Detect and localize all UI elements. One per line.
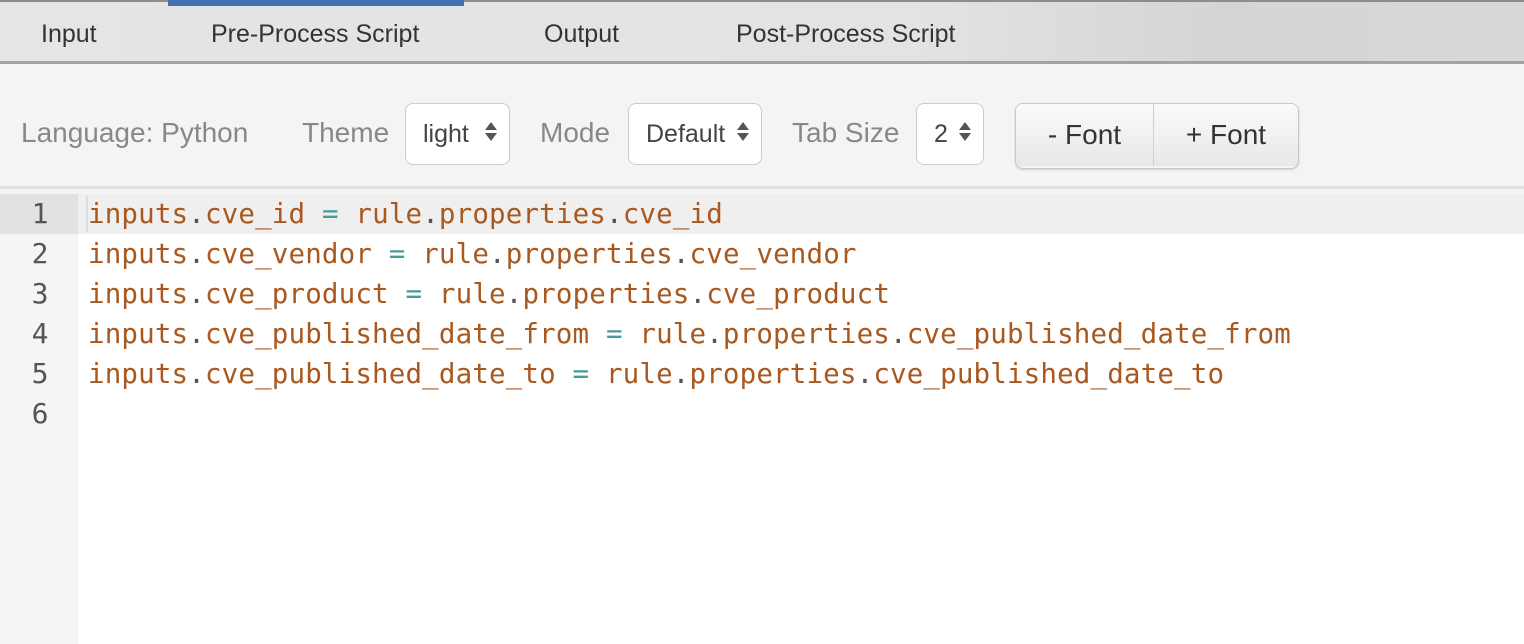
operator-token: = xyxy=(388,238,406,270)
identifier-token: rule xyxy=(438,278,506,310)
line-number: 5 xyxy=(31,357,49,390)
code-line[interactable]: 2 inputs.cve_vendor = rule.properties.cve… xyxy=(0,234,1524,274)
code-line[interactable]: 1 inputs.cve_id = rule.properties.cve_id xyxy=(0,194,1524,234)
identifier-token: properties xyxy=(722,318,890,350)
theme-label: Theme xyxy=(302,117,390,148)
identifier-token: cve_product xyxy=(204,278,389,310)
tab-output[interactable]: Output xyxy=(544,2,619,62)
mode-select[interactable]: Default xyxy=(628,103,762,165)
line-number: 4 xyxy=(31,317,49,350)
punctuation-token: . xyxy=(505,278,523,310)
operator-token: = xyxy=(572,358,590,390)
identifier-token: cve_vendor xyxy=(204,238,373,270)
tab-pre-process-script[interactable]: Pre-Process Script xyxy=(167,0,465,62)
identifier-token: cve_id xyxy=(622,198,723,230)
code-editor[interactable]: 1 inputs.cve_id = rule.properties.cve_id 2… xyxy=(0,194,1524,644)
identifier-token: inputs xyxy=(88,278,189,310)
punctuation-token: . xyxy=(689,278,707,310)
identifier-token: rule xyxy=(605,358,673,390)
line-number: 6 xyxy=(31,397,49,430)
tab-bar: Input Pre-Process Script Output Post-Pro… xyxy=(0,0,1524,64)
identifier-token: cve_published_date_from xyxy=(204,318,590,350)
identifier-token: properties xyxy=(505,238,673,270)
punctuation-token: . xyxy=(890,318,907,350)
identifier-token: inputs xyxy=(88,358,189,390)
punctuation-token: . xyxy=(188,198,205,230)
identifier-token: cve_published_date_from xyxy=(906,318,1291,350)
operator-token: = xyxy=(321,198,339,230)
identifier-token: inputs xyxy=(88,318,189,350)
punctuation-token: . xyxy=(188,238,205,270)
code-line-text: inputs.cve_id = rule.properties.cve_id xyxy=(88,194,723,234)
select-arrows-icon xyxy=(959,122,971,141)
punctuation-token: . xyxy=(188,358,205,390)
code-line[interactable]: 5 inputs.cve_published_date_to = rule.pro… xyxy=(0,354,1524,394)
identifier-token: cve_published_date_to xyxy=(873,358,1225,390)
punctuation-token: . xyxy=(188,318,205,350)
tab-post-process-script[interactable]: Post-Process Script xyxy=(736,2,956,62)
identifier-token: cve_product xyxy=(706,278,891,310)
tab-size-select-value: 2 xyxy=(934,119,948,148)
identifier-token: cve_id xyxy=(204,198,306,230)
language-label: Language: Python xyxy=(21,117,249,148)
editor-toolbar: Language: Python Theme light Mode Defaul… xyxy=(0,67,1524,189)
increase-font-button[interactable]: + Font xyxy=(1153,104,1298,166)
mode-label: Mode xyxy=(540,117,611,148)
identifier-token: rule xyxy=(639,318,707,350)
code-line-text: inputs.cve_vendor = rule.properties.cve_… xyxy=(88,234,857,274)
select-arrows-icon xyxy=(737,122,749,141)
punctuation-token: . xyxy=(606,198,623,230)
identifier-token: properties xyxy=(438,198,606,230)
identifier-token: cve_published_date_to xyxy=(204,358,556,390)
line-number: 3 xyxy=(31,277,49,310)
identifier-token: inputs xyxy=(88,198,189,230)
code-line-text: inputs.cve_published_date_to = rule.prop… xyxy=(88,354,1224,394)
punctuation-token: . xyxy=(706,318,723,350)
select-arrows-icon xyxy=(485,122,497,141)
punctuation-token: . xyxy=(422,198,439,230)
code-line[interactable]: 6 xyxy=(0,394,1524,434)
font-size-button-group: - Font + Font xyxy=(1015,103,1299,169)
theme-select-value: light xyxy=(423,119,469,148)
identifier-token: properties xyxy=(689,358,857,390)
tab-size-label: Tab Size xyxy=(792,117,900,148)
code-line-text: inputs.cve_published_date_from = rule.pr… xyxy=(88,314,1291,354)
mode-select-value: Default xyxy=(646,119,726,148)
tab-input[interactable]: Input xyxy=(41,2,97,62)
punctuation-token: . xyxy=(489,238,506,270)
punctuation-token: . xyxy=(672,238,690,270)
punctuation-token: . xyxy=(856,358,874,390)
identifier-token: properties xyxy=(522,278,690,310)
operator-token: = xyxy=(605,318,623,350)
punctuation-token: . xyxy=(672,358,690,390)
identifier-token: cve_vendor xyxy=(689,238,857,270)
tab-size-select[interactable]: 2 xyxy=(916,103,984,165)
identifier-token: rule xyxy=(355,198,423,230)
punctuation-token: . xyxy=(188,278,205,310)
code-line[interactable]: 4 inputs.cve_published_date_from = rule.p… xyxy=(0,314,1524,354)
identifier-token: rule xyxy=(422,238,490,270)
code-line-text: inputs.cve_product = rule.properties.cve… xyxy=(88,274,890,314)
theme-select[interactable]: light xyxy=(405,103,510,165)
line-number: 1 xyxy=(0,194,78,234)
decrease-font-button[interactable]: - Font xyxy=(1016,104,1153,166)
operator-token: = xyxy=(405,278,423,310)
identifier-token: inputs xyxy=(88,238,189,270)
code-line[interactable]: 3 inputs.cve_product = rule.properties.cv… xyxy=(0,274,1524,314)
line-number: 2 xyxy=(31,237,49,270)
